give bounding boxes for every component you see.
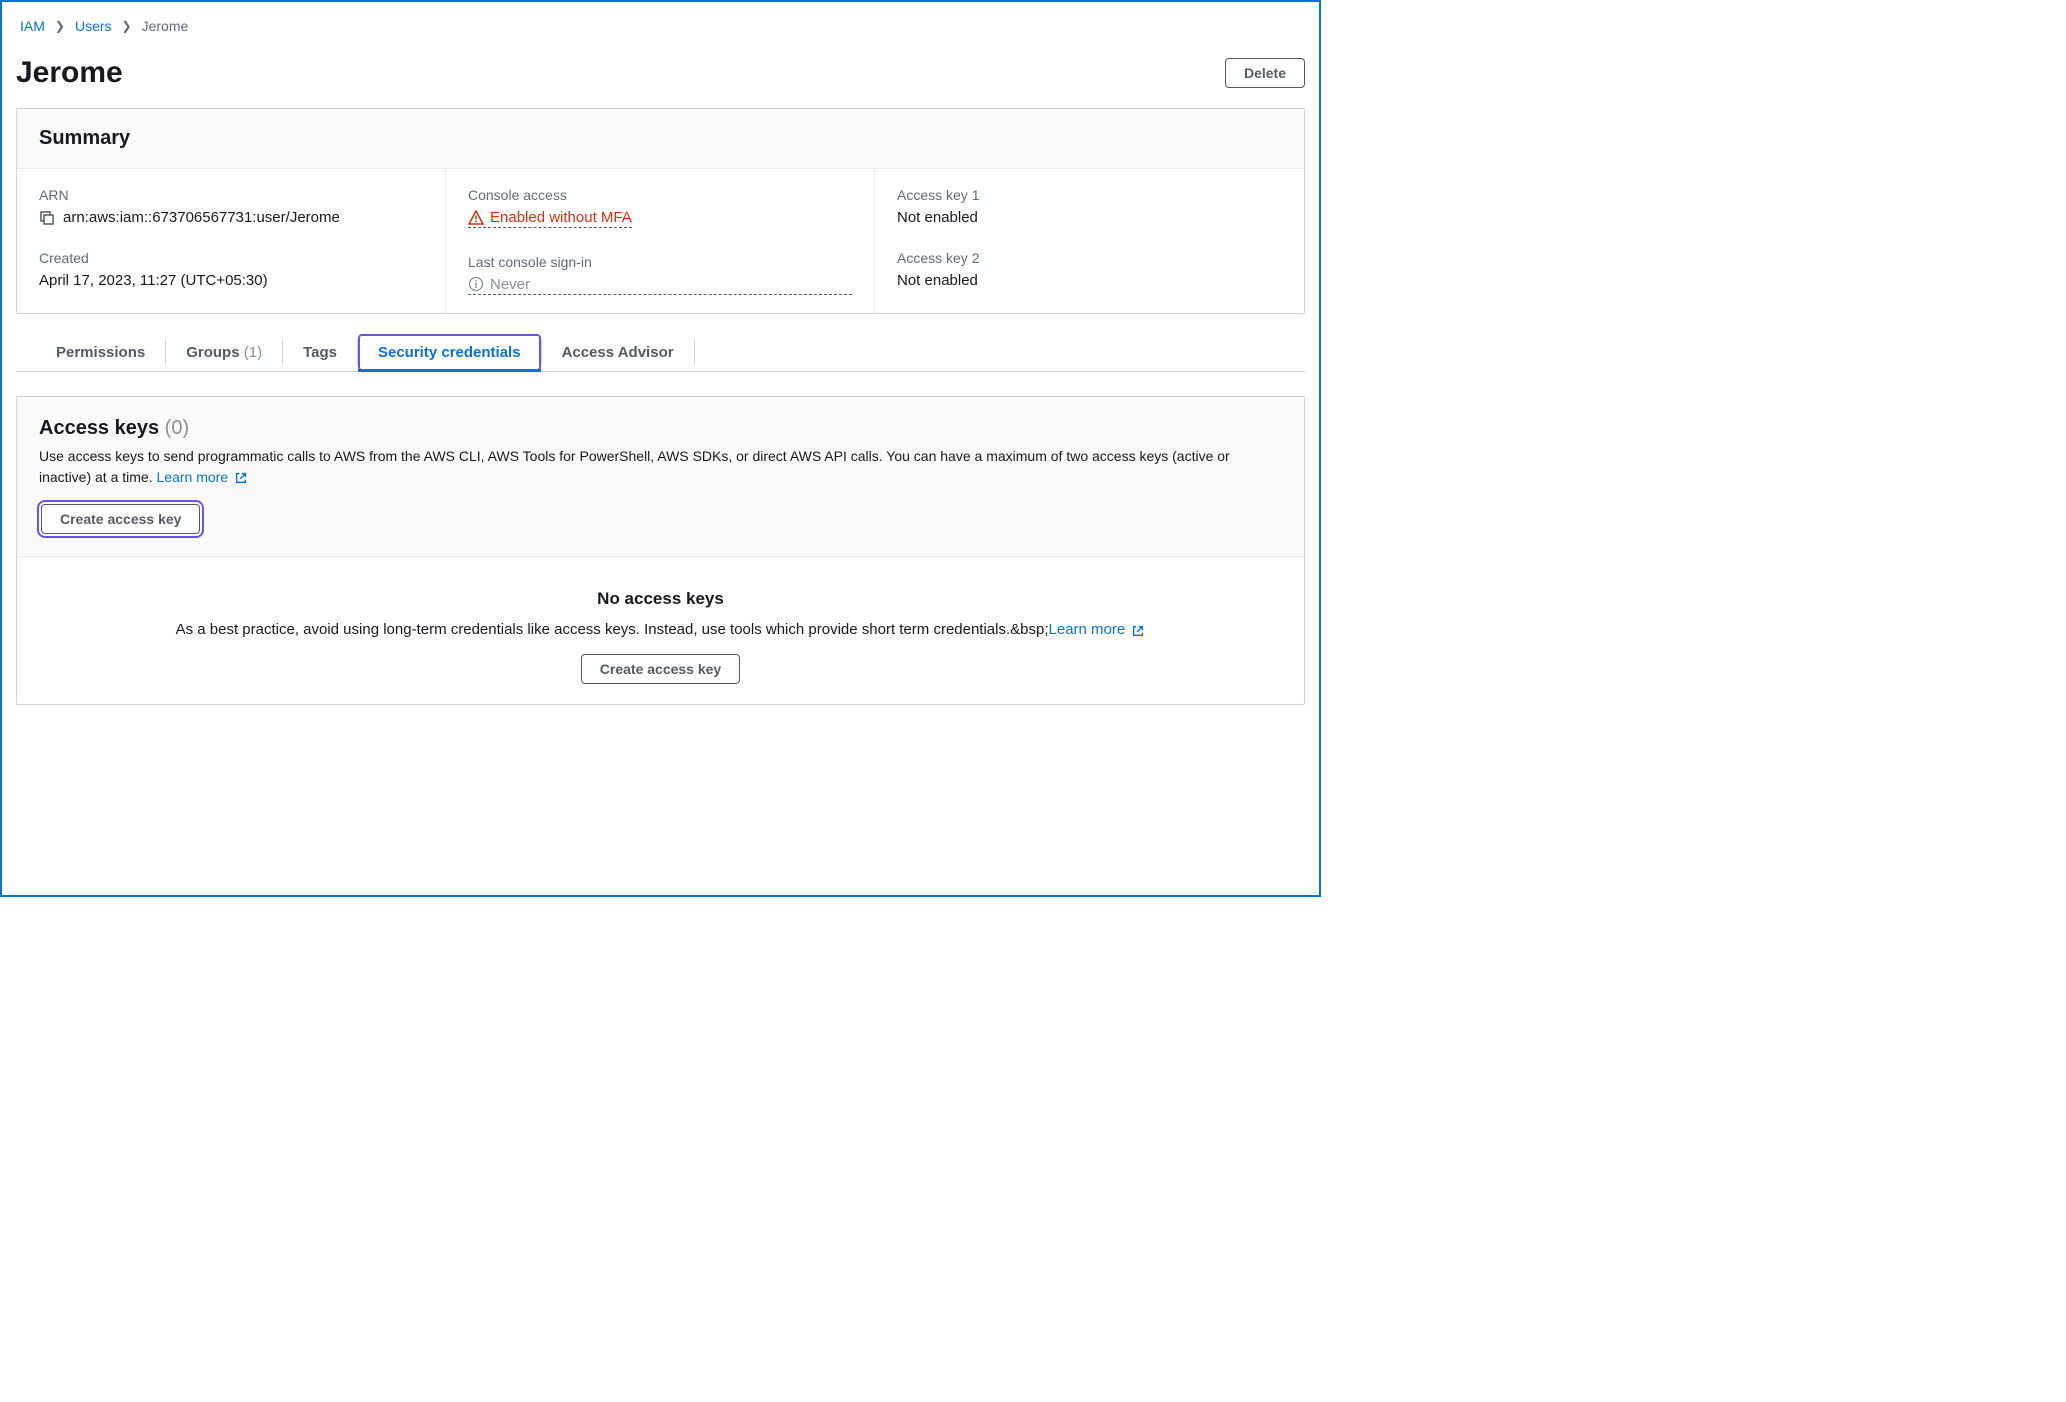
ak1-label: Access key 1 <box>897 187 1282 203</box>
summary-header: Summary <box>17 109 1304 169</box>
create-access-key-highlight: Create access key <box>39 502 202 536</box>
breadcrumb: IAM ❯ Users ❯ Jerome <box>16 14 1305 42</box>
copy-icon[interactable] <box>39 210 55 226</box>
tab-permissions[interactable]: Permissions <box>36 334 165 371</box>
external-link-icon <box>1131 624 1145 638</box>
summary-panel: Summary ARN arn:aws:iam::673706567731:us… <box>16 108 1305 314</box>
summary-created: Created April 17, 2023, 11:27 (UTC+05:30… <box>39 250 423 289</box>
no-access-keys-description: As a best practice, avoid using long-ter… <box>41 621 1280 638</box>
ak1-value: Not enabled <box>897 209 1282 226</box>
summary-console-access: Console access Enabled without MFA <box>468 187 852 230</box>
no-access-keys-desc-text: As a best practice, avoid using long-ter… <box>176 621 1049 638</box>
summary-heading: Summary <box>39 127 1282 150</box>
last-signin-label: Last console sign-in <box>468 254 852 270</box>
learn-more-link-empty[interactable]: Learn more <box>1049 621 1146 638</box>
chevron-right-icon: ❯ <box>55 19 65 33</box>
last-signin-value: Never <box>490 276 530 293</box>
summary-access-key-1: Access key 1 Not enabled <box>897 187 1282 226</box>
tab-security-credentials[interactable]: Security credentials <box>358 334 541 371</box>
delete-button[interactable]: Delete <box>1225 58 1305 88</box>
chevron-right-icon: ❯ <box>122 19 132 33</box>
breadcrumb-users[interactable]: Users <box>75 18 112 34</box>
tab-separator <box>694 339 695 365</box>
no-access-keys-title: No access keys <box>41 589 1280 609</box>
tab-groups-label: Groups <box>186 344 239 361</box>
access-keys-description: Use access keys to send programmatic cal… <box>39 446 1282 488</box>
info-icon <box>468 276 484 292</box>
access-keys-panel: Access keys (0) Use access keys to send … <box>16 396 1305 705</box>
external-link-icon <box>234 471 248 485</box>
tabs: Permissions Groups (1) Tags Security cre… <box>16 334 1305 372</box>
ak2-value: Not enabled <box>897 272 1282 289</box>
console-access-value: Enabled without MFA <box>490 209 632 226</box>
breadcrumb-current: Jerome <box>142 18 189 34</box>
tab-groups[interactable]: Groups (1) <box>166 334 282 371</box>
ak2-label: Access key 2 <box>897 250 1282 266</box>
created-label: Created <box>39 250 423 266</box>
arn-label: ARN <box>39 187 423 203</box>
tab-groups-count: (1) <box>244 344 262 361</box>
access-keys-title-text: Access keys <box>39 417 159 439</box>
create-access-key-button[interactable]: Create access key <box>41 504 200 534</box>
access-keys-title: Access keys (0) <box>39 417 1282 440</box>
created-value: April 17, 2023, 11:27 (UTC+05:30) <box>39 272 423 289</box>
tab-access-advisor[interactable]: Access Advisor <box>542 334 694 371</box>
summary-arn: ARN arn:aws:iam::673706567731:user/Jerom… <box>39 187 423 226</box>
summary-last-signin: Last console sign-in Never <box>468 254 852 295</box>
page-title: Jerome <box>16 56 123 90</box>
summary-access-key-2: Access key 2 Not enabled <box>897 250 1282 289</box>
console-access-label: Console access <box>468 187 852 203</box>
create-access-key-button-empty[interactable]: Create access key <box>581 654 740 684</box>
warning-icon <box>468 210 484 226</box>
arn-value: arn:aws:iam::673706567731:user/Jerome <box>63 209 340 226</box>
access-keys-count: (0) <box>165 417 189 439</box>
learn-more-link[interactable]: Learn more <box>157 469 248 485</box>
tab-tags[interactable]: Tags <box>283 334 357 371</box>
breadcrumb-iam[interactable]: IAM <box>20 18 45 34</box>
